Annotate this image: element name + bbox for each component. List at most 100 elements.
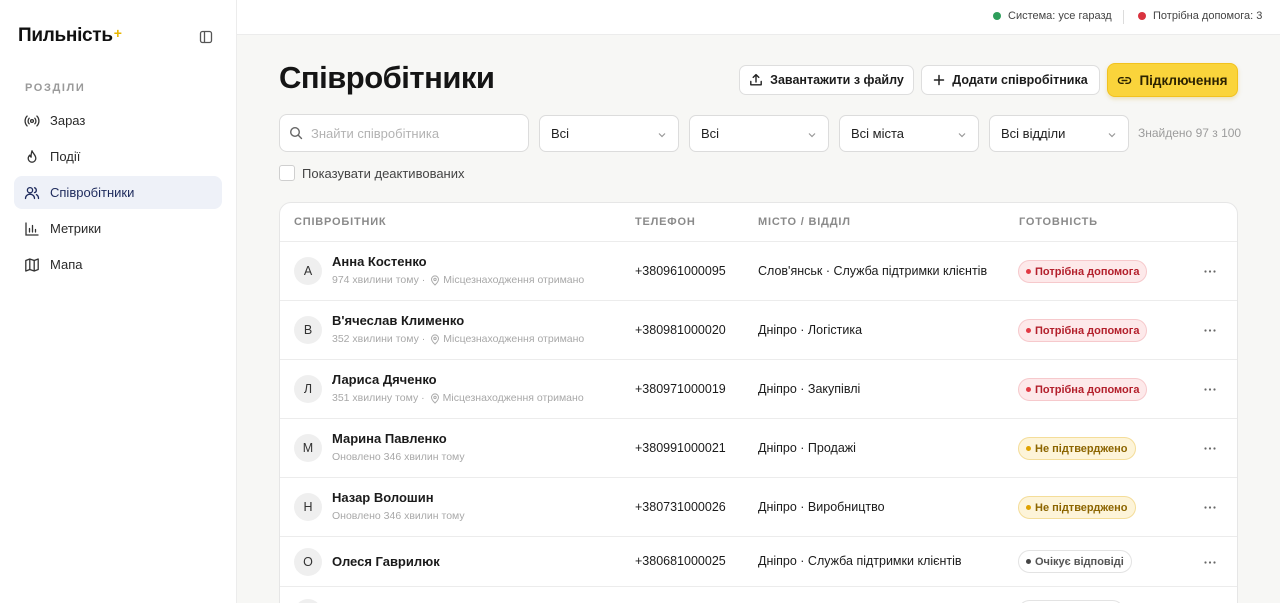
more-options-icon[interactable] — [1200, 264, 1220, 278]
avatar: В — [294, 316, 322, 344]
show-deactivated-checkbox[interactable] — [279, 165, 295, 181]
filter-select-2[interactable]: Всі — [689, 115, 829, 152]
flame-icon — [24, 149, 40, 165]
upload-file-button[interactable]: Завантажити з файлу — [739, 65, 914, 95]
checkbox-label: Показувати деактивованих — [302, 165, 465, 181]
employee-name: В'ячеслав Клименко — [332, 313, 465, 328]
status-dot — [1026, 505, 1031, 510]
employee-phone: +380731000026 — [635, 500, 726, 514]
column-header-readiness[interactable]: ГОТОВНІСТЬ — [1019, 216, 1098, 228]
help-status-text: Потрібна допомога: 3 — [1153, 10, 1263, 22]
employee-name: Анна Костенко — [332, 254, 427, 269]
chevron-down-icon — [658, 126, 666, 141]
avatar: Л — [294, 375, 322, 403]
employee-name: Марина Павленко — [332, 431, 447, 446]
brand-logo[interactable]: Пильність+ — [18, 25, 122, 47]
last-update: 352 хвилини тому · — [332, 333, 426, 345]
employee-location: Слов'янськ · Служба підтримки клієнтів — [758, 264, 988, 278]
add-button-label: Додати співробітника — [952, 73, 1088, 87]
search-input[interactable] — [311, 125, 511, 141]
employee-phone: +380971000019 — [635, 382, 726, 396]
results-count: Знайдено 97 з 100 — [1138, 126, 1242, 140]
chevron-down-icon — [1108, 126, 1116, 141]
upload-icon — [749, 73, 763, 87]
system-status: Система: усе гаразд — [993, 10, 1112, 22]
chevron-down-icon — [808, 126, 816, 141]
status-dot — [1026, 328, 1031, 333]
users-icon — [24, 185, 40, 201]
column-header-location[interactable]: МІСТО / ВІДДІЛ — [758, 216, 851, 228]
employee-phone: +380681000025 — [635, 554, 726, 568]
location-pin-icon — [430, 333, 440, 345]
sidebar-collapse-icon[interactable] — [196, 27, 216, 47]
sidebar-item-metrics[interactable]: Метрики — [14, 212, 222, 245]
status-text: Потрібна допомога — [1035, 265, 1140, 278]
employee-name: Олеся Гаврилюк — [332, 554, 440, 569]
employee-meta: 974 хвилини тому · Місцезнаходження отри… — [332, 274, 584, 286]
table-row[interactable]: М Марина Павленко Оновлено 346 хвилин то… — [280, 419, 1237, 478]
broadcast-icon — [24, 113, 40, 129]
more-options-icon[interactable] — [1200, 323, 1220, 337]
status-text: Не підтверджено — [1035, 442, 1128, 455]
city-select[interactable]: Всі міста — [839, 115, 979, 152]
last-update: Оновлено 346 хвилин тому — [332, 451, 465, 463]
sidebar-item-map[interactable]: Мапа — [14, 248, 222, 281]
filter-select-1[interactable]: Всі — [539, 115, 679, 152]
last-update: 351 хвилину тому · — [332, 392, 425, 404]
location-pin-icon — [430, 274, 440, 286]
more-options-icon[interactable] — [1200, 500, 1220, 514]
divider — [1123, 10, 1124, 24]
more-options-icon[interactable] — [1200, 382, 1220, 396]
avatar: М — [294, 434, 322, 462]
table-row[interactable]: Л Лариса Дяченко 351 хвилину тому · Місц… — [280, 360, 1237, 419]
status-text: Не підтверджено — [1035, 501, 1128, 514]
avatar — [294, 599, 322, 603]
connect-button-label: Підключення — [1139, 72, 1228, 88]
status-dot — [1026, 269, 1031, 274]
location-note: Місцезнаходження отримано — [443, 333, 585, 345]
page-title: Співробітники — [279, 60, 495, 95]
chevron-down-icon — [958, 126, 966, 141]
status-text: Потрібна допомога — [1035, 383, 1140, 396]
status-text: Очікує відповіді — [1035, 555, 1124, 568]
sidebar-item-label: Події — [50, 149, 81, 164]
sidebar-item-label: Мапа — [50, 257, 83, 272]
table-row[interactable]: А Анна Костенко 974 хвилини тому · Місце… — [280, 242, 1237, 301]
sidebar-item-employees[interactable]: Співробітники — [14, 176, 222, 209]
map-icon — [24, 257, 40, 273]
employee-location: Дніпро · Виробництво — [758, 500, 885, 514]
system-status-text: Система: усе гаразд — [1008, 10, 1112, 22]
table-header: СПІВРОБІТНИК ТЕЛЕФОН МІСТО / ВІДДІЛ ГОТО… — [280, 203, 1237, 242]
status-badge: Потрібна допомога — [1018, 378, 1148, 401]
column-header-employee[interactable]: СПІВРОБІТНИК — [294, 216, 386, 228]
employee-meta: 351 хвилину тому · Місцезнаходження отри… — [332, 392, 584, 404]
employee-location: Дніпро · Закупівлі — [758, 382, 861, 396]
table-row[interactable]: О Олеся Гаврилюк +380681000025 Дніпро · … — [280, 537, 1237, 587]
add-employee-button[interactable]: Додати співробітника — [921, 65, 1100, 95]
sidebar-item-label: Зараз — [50, 113, 86, 128]
bar-chart-icon — [24, 221, 40, 237]
table-row[interactable]: В В'ячеслав Клименко 352 хвилини тому · … — [280, 301, 1237, 360]
sidebar-item-now[interactable]: Зараз — [14, 104, 222, 137]
status-ok-dot — [993, 12, 1001, 20]
last-update: 974 хвилини тому · — [332, 274, 426, 286]
employee-name: Лариса Дяченко — [332, 372, 437, 387]
table-row[interactable] — [280, 587, 1237, 603]
employee-search[interactable] — [279, 114, 529, 152]
show-deactivated-toggle[interactable]: Показувати деактивованих — [279, 165, 465, 181]
more-options-icon[interactable] — [1200, 441, 1220, 455]
status-dot — [1026, 387, 1031, 392]
table-row[interactable]: Н Назар Волошин Оновлено 346 хвилин тому… — [280, 478, 1237, 537]
employee-meta: Оновлено 346 хвилин тому — [332, 451, 465, 463]
sidebar-item-events[interactable]: Події — [14, 140, 222, 173]
employee-name: Назар Волошин — [332, 490, 434, 505]
status-badge: Не підтверджено — [1018, 437, 1136, 460]
location-note: Місцезнаходження отримано — [443, 274, 585, 286]
column-header-phone[interactable]: ТЕЛЕФОН — [635, 216, 696, 228]
help-status[interactable]: Потрібна допомога: 3 — [1138, 10, 1262, 22]
connect-button[interactable]: Підключення — [1107, 63, 1238, 97]
status-dot — [1026, 559, 1031, 564]
more-options-icon[interactable] — [1200, 555, 1220, 569]
status-badge: Очікує відповіді — [1018, 550, 1132, 573]
department-select[interactable]: Всі відділи — [989, 115, 1129, 152]
